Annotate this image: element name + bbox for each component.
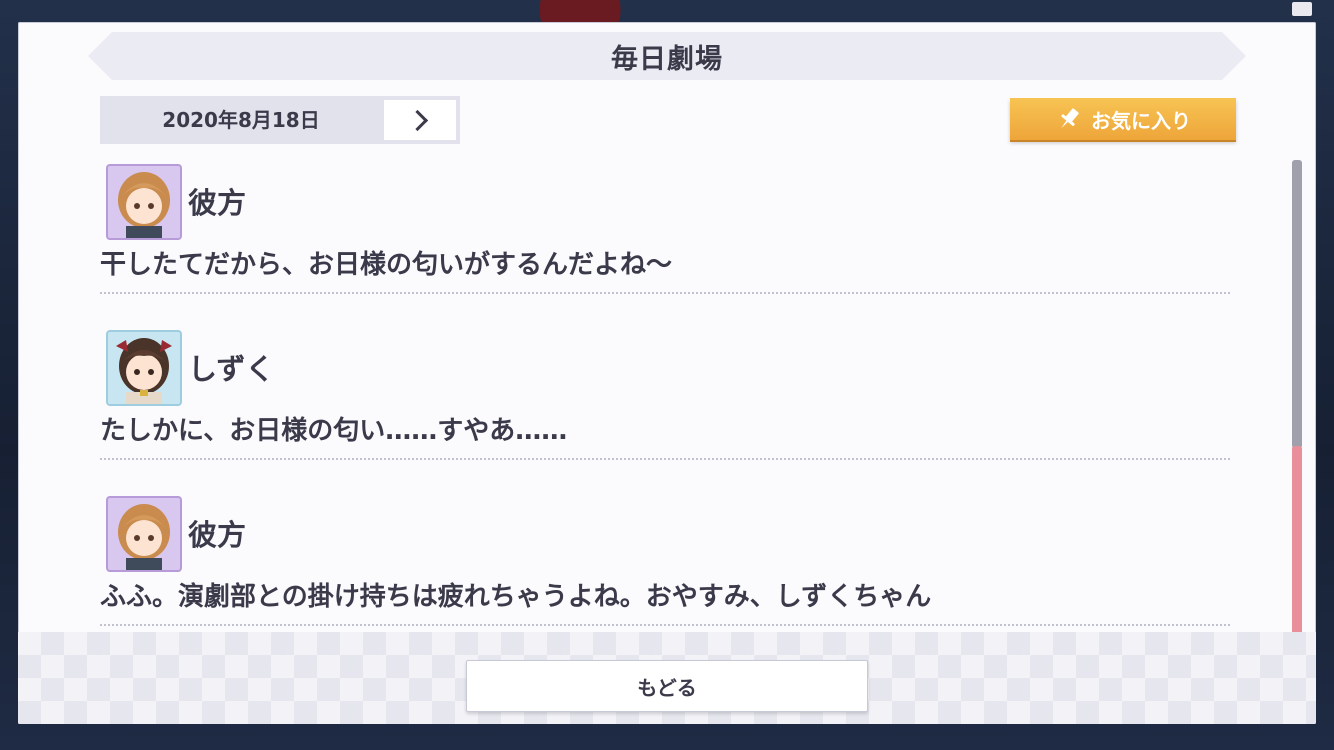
dialogue-entry: 彼方 ふふ。演劇部との掛け持ちは疲れちゃうよね。おやすみ、しずくちゃん (98, 492, 1230, 636)
title-bar: 毎日劇場 (88, 32, 1246, 80)
scrollbar-track-upper (1292, 160, 1302, 448)
kanata-avatar (106, 164, 182, 240)
speaker-name: 彼方 (188, 518, 247, 552)
background-close-tab (1292, 2, 1312, 16)
page-title: 毎日劇場 (611, 43, 723, 75)
dialogue-text: ふふ。演劇部との掛け持ちは疲れちゃうよね。おやすみ、しずくちゃん (100, 582, 932, 612)
dialogue-text: たしかに、お日様の匂い……すやあ…… (100, 416, 568, 446)
speaker-name: 彼方 (188, 186, 247, 220)
speaker-name: しずく (188, 352, 275, 386)
chevron-right-icon (406, 109, 428, 131)
back-label: もどる (637, 675, 697, 700)
dialogue-entry: 彼方 干したてだから、お日様の匂いがするんだよね〜 (98, 160, 1230, 326)
favorite-button[interactable]: お気に入り (1010, 98, 1236, 140)
divider (100, 458, 1230, 460)
pin-icon (1061, 108, 1079, 129)
divider (100, 292, 1230, 294)
date-label: 2020年8月18日 (162, 108, 320, 132)
divider (100, 624, 1230, 626)
dialogue-entry: しずく たしかに、お日様の匂い……すやあ…… (98, 326, 1230, 492)
scrollbar-thumb[interactable] (1292, 446, 1302, 644)
next-date-button[interactable] (384, 100, 456, 140)
favorite-label: お気に入り (1091, 108, 1191, 133)
shizuku-avatar (106, 330, 182, 406)
dialogue-list[interactable]: 彼方 干したてだから、お日様の匂いがするんだよね〜 しずく たしかに、お日様の匂… (98, 160, 1230, 636)
daily-theater-panel: 毎日劇場 2020年8月18日 お気に入り 彼方 干したてだから、お日様の匂いが… (18, 22, 1316, 724)
date-navigator: 2020年8月18日 (100, 96, 460, 144)
dialogue-text: 干したてだから、お日様の匂いがするんだよね〜 (100, 250, 673, 280)
back-button[interactable]: もどる (466, 660, 868, 712)
kanata-avatar (106, 496, 182, 572)
scrollbar[interactable] (1292, 160, 1302, 644)
